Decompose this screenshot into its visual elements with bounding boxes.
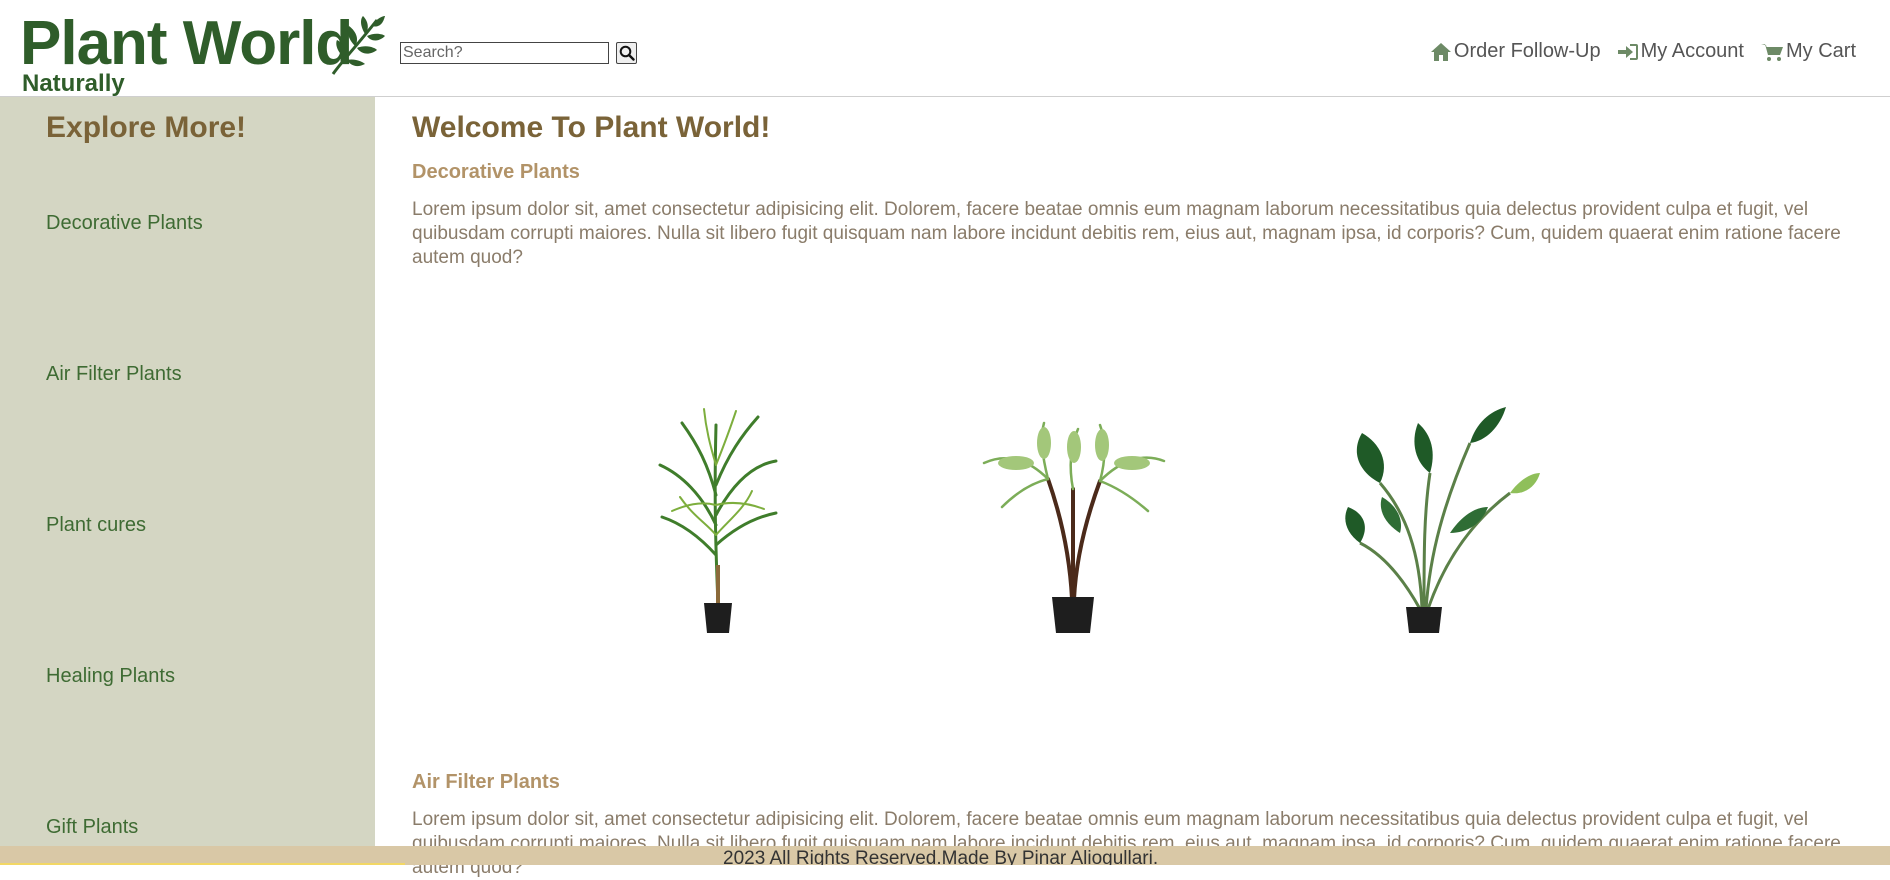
sidebar-title: Explore More!: [46, 111, 247, 144]
my-account-link[interactable]: My Account: [1617, 40, 1744, 63]
order-follow-up-label: Order Follow-Up: [1453, 40, 1601, 62]
site-footer: 2023 All Rights Reserved.Made By Pinar A…: [0, 846, 1890, 865]
my-cart-link[interactable]: My Cart: [1760, 40, 1856, 63]
sidebar-item-gift-plants[interactable]: Gift Plants: [46, 816, 138, 839]
search-icon: [620, 45, 636, 61]
order-follow-up-link[interactable]: Order Follow-Up: [1430, 40, 1601, 63]
page-title: Welcome To Plant World!: [412, 111, 771, 144]
bird-of-paradise-plant-image[interactable]: [1340, 403, 1540, 633]
site-header: Plant World Naturally Order Follow-: [0, 0, 1890, 97]
my-cart-label: My Cart: [1786, 40, 1856, 62]
section-text-air-filter: Lorem ipsum dolor sit, amet consectetur …: [412, 809, 1841, 878]
sidebar: Explore More! Decorative Plants Air Filt…: [0, 97, 375, 865]
fern-tree-plant-image[interactable]: [982, 419, 1166, 633]
sidebar-item-air-filter-plants[interactable]: Air Filter Plants: [46, 363, 182, 386]
search-button[interactable]: [616, 42, 638, 64]
leaf-icon: [331, 16, 385, 75]
sign-in-icon: [1617, 43, 1638, 60]
search-bar: [400, 42, 638, 64]
areca-palm-plant-image[interactable]: [652, 405, 782, 633]
brand-subtitle: Naturally: [22, 70, 125, 97]
sidebar-item-healing-plants[interactable]: Healing Plants: [46, 665, 175, 688]
sidebar-item-decorative-plants[interactable]: Decorative Plants: [46, 212, 203, 235]
sidebar-item-plant-cures[interactable]: Plant cures: [46, 514, 146, 537]
search-input[interactable]: [400, 42, 609, 64]
footer-copyright: 2023 All Rights Reserved.Made By Pinar A…: [723, 848, 1159, 865]
section-heading-air-filter: Air Filter Plants: [412, 771, 560, 793]
section-text-decorative: Lorem ipsum dolor sit, amet consectetur …: [412, 199, 1841, 268]
home-icon: [1430, 42, 1451, 61]
top-nav: Order Follow-Up My Account My Cart: [1430, 40, 1856, 63]
my-account-label: My Account: [1640, 40, 1744, 62]
cart-icon: [1761, 43, 1783, 61]
section-heading-decorative: Decorative Plants: [412, 161, 580, 183]
